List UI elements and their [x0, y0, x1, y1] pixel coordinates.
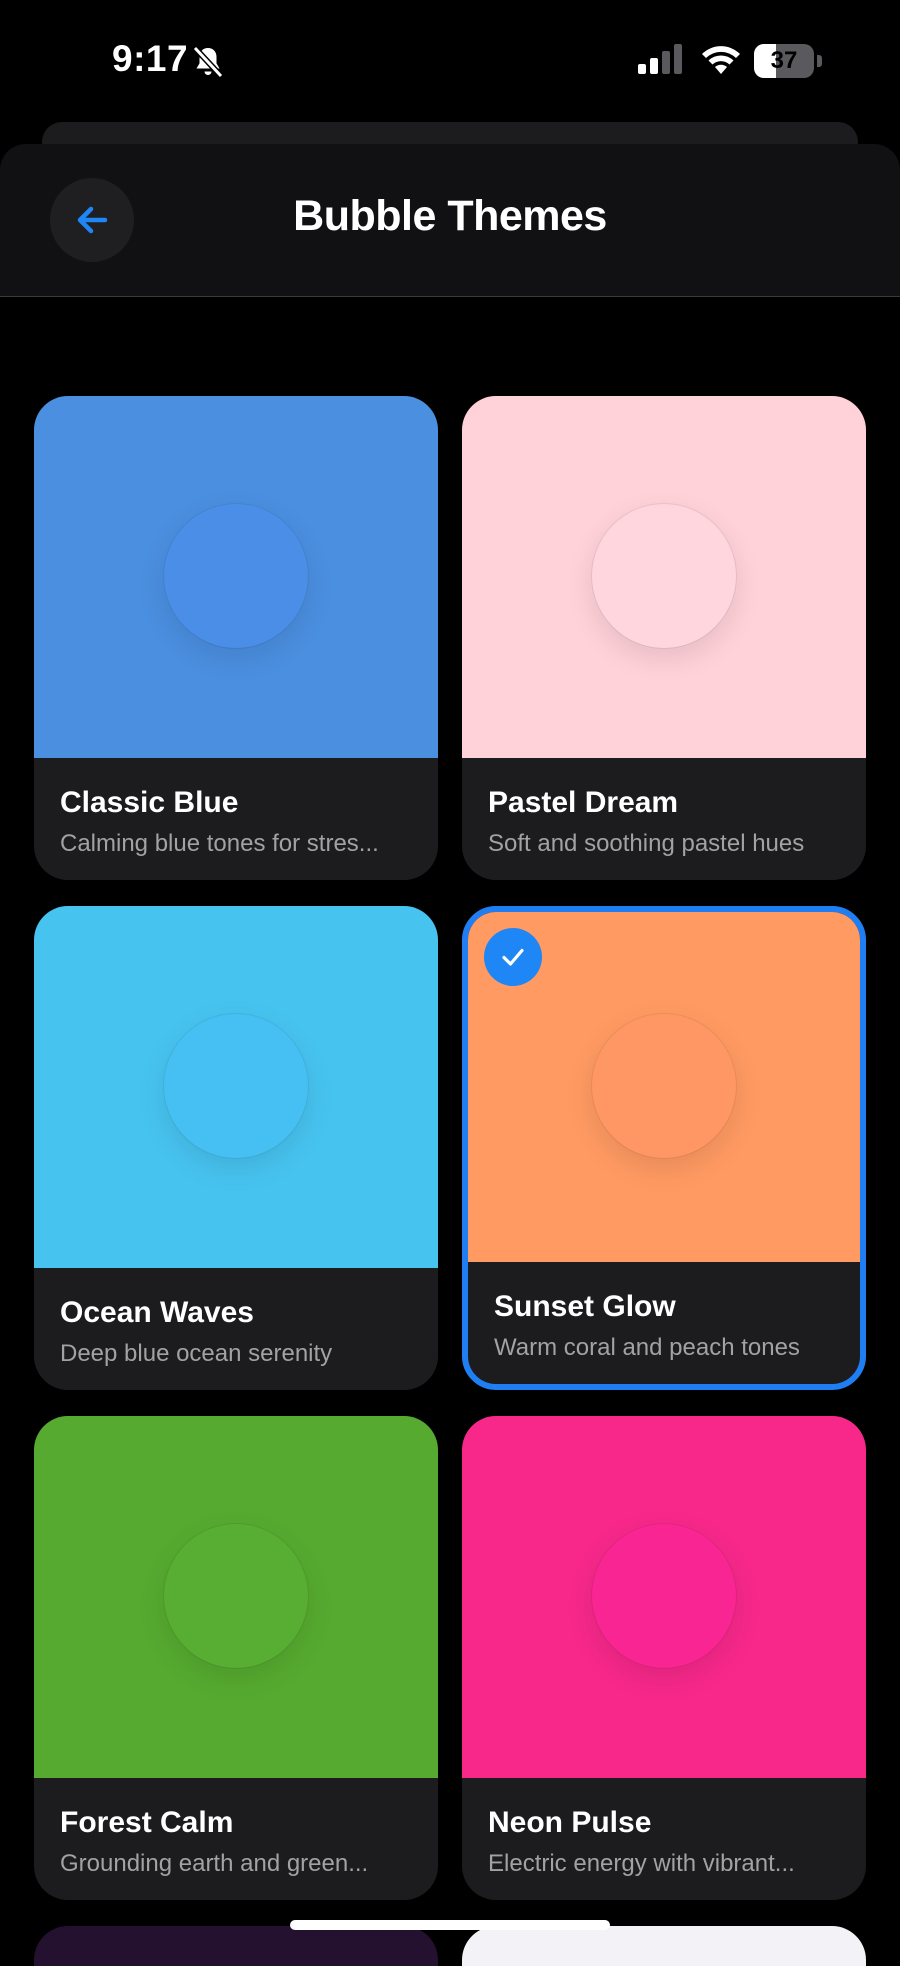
bubble-preview	[592, 504, 736, 648]
theme-swatch	[462, 396, 866, 758]
theme-description: Electric energy with vibrant...	[488, 1850, 795, 1877]
theme-name: Ocean Waves	[60, 1296, 254, 1329]
theme-description: Warm coral and peach tones	[494, 1334, 800, 1361]
bubble-preview	[164, 1524, 308, 1668]
theme-name: Sunset Glow	[494, 1290, 676, 1323]
battery-icon: 37	[754, 44, 824, 78]
theme-card[interactable]: Classic Blue Calming blue tones for stres…	[34, 396, 438, 880]
theme-card-partial[interactable]	[462, 1926, 866, 1966]
theme-card[interactable]: Neon Pulse Electric energy with vibrant..…	[462, 1416, 866, 1900]
theme-card-partial[interactable]	[34, 1926, 438, 1966]
status-time: 9:17	[112, 38, 189, 79]
theme-swatch	[462, 1416, 866, 1778]
wifi-icon	[702, 46, 740, 74]
bubble-preview	[592, 1014, 736, 1158]
theme-swatch	[34, 396, 438, 758]
theme-description: Deep blue ocean serenity	[60, 1340, 333, 1367]
bubble-preview	[592, 1524, 736, 1668]
status-bar: 9:17 37	[0, 0, 900, 120]
theme-name: Forest Calm	[60, 1806, 234, 1839]
nav-header: Bubble Themes	[0, 144, 900, 297]
bubble-preview	[164, 1014, 308, 1158]
theme-card[interactable]: Ocean Waves Deep blue ocean serenity	[34, 906, 438, 1390]
theme-name: Classic Blue	[60, 786, 239, 819]
theme-swatch	[34, 906, 438, 1268]
theme-description: Grounding earth and green...	[60, 1850, 369, 1877]
battery-level: 37	[770, 47, 798, 74]
bubble-preview	[164, 504, 308, 648]
theme-card[interactable]: Sunset Glow Warm coral and peach tones	[462, 906, 866, 1390]
theme-name: Neon Pulse	[488, 1806, 652, 1839]
silent-bell-icon	[192, 45, 224, 79]
home-indicator	[290, 1920, 610, 1930]
page-title: Bubble Themes	[293, 192, 607, 240]
theme-swatch	[34, 1416, 438, 1778]
selected-checkmark-icon	[484, 928, 542, 986]
theme-description: Calming blue tones for stres...	[60, 830, 379, 857]
theme-description: Soft and soothing pastel hues	[488, 830, 805, 857]
theme-card[interactable]: Forest Calm Grounding earth and green...	[34, 1416, 438, 1900]
theme-card[interactable]: Pastel Dream Soft and soothing pastel hue…	[462, 396, 866, 880]
theme-name: Pastel Dream	[488, 786, 679, 819]
cellular-signal-icon	[638, 44, 682, 74]
